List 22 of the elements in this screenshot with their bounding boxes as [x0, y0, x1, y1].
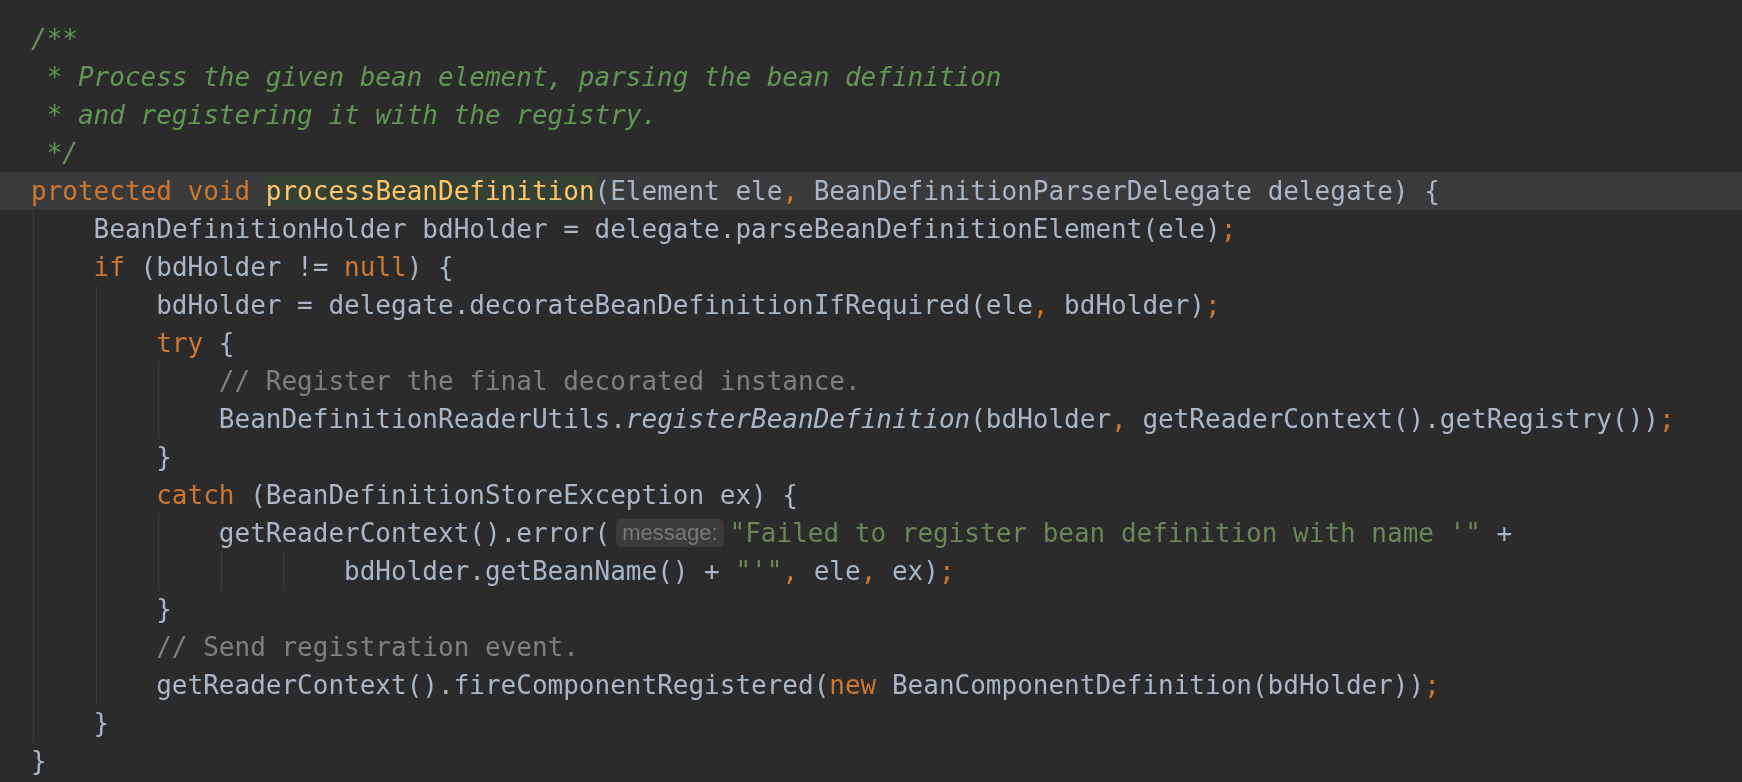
code-text: catch (BeanDefinitionStoreException ex) { [156, 478, 799, 512]
doc-comment: * and registering it with the registry. [46, 98, 658, 132]
doc-comment: */ [46, 136, 78, 170]
code-text: BeanDefinitionHolder bdHolder = delegate.parseBeanDefinitionElement(ele); [93, 212, 1237, 246]
code-text: } [93, 706, 110, 740]
code-comment: // Register the final decorated instance. [218, 364, 861, 398]
code-text: protected void processBeanDefinition(Element ele, BeanDefinitionParserDelegate delegate) { [31, 174, 1440, 208]
code-text: } [156, 592, 172, 626]
code-text: "Failed to register bean definition with name '" + [729, 516, 1513, 550]
code-text: bdHolder.getBeanName() + "'", ele, ex); [344, 554, 955, 588]
parameter-hint: message: [616, 519, 724, 547]
code-text: if (bdHolder != null) { [93, 250, 454, 284]
code-text: getReaderContext().fireComponentRegistered(new BeanComponentDefinition(bdHolder)); [156, 668, 1440, 702]
code-text: bdHolder = delegate.decorateBeanDefinitionIfRequired(ele, bdHolder); [156, 288, 1221, 322]
code-comment: // Send registration event. [156, 630, 579, 664]
code-text: getReaderContext().error( [218, 516, 611, 550]
doc-comment: /** [31, 22, 78, 56]
code-text: } [156, 440, 172, 474]
doc-comment: * Process the given bean element, parsing the bean definition [46, 60, 1002, 94]
code-text: BeanDefinitionReaderUtils.registerBeanDefinition(bdHolder, getReaderContext().getRegistry()); [218, 402, 1675, 436]
code-text: try { [156, 326, 235, 360]
code-text: } [31, 744, 47, 778]
